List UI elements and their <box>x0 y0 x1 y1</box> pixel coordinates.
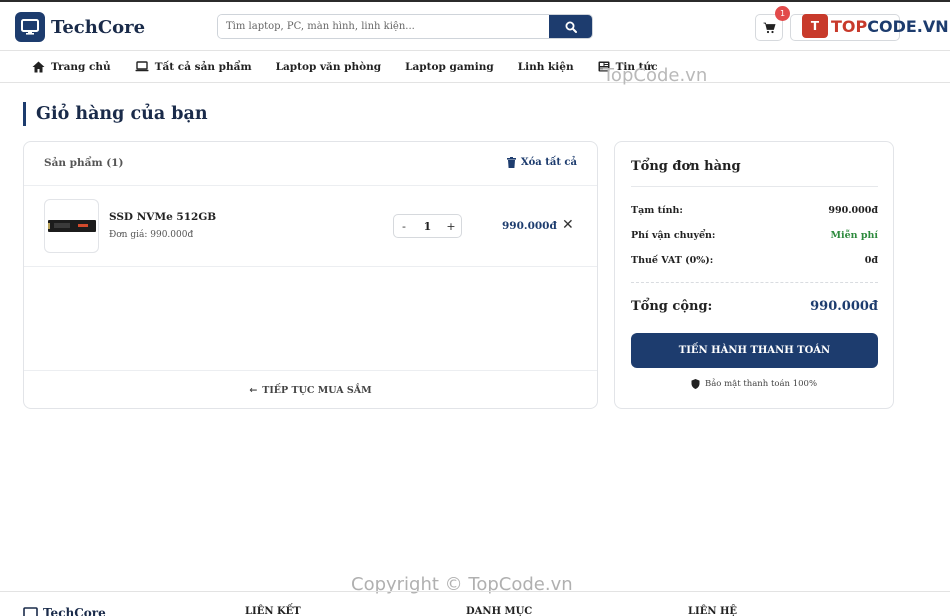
continue-shopping-button[interactable]: ← TIẾP TỤC MUA SẮM <box>24 370 597 410</box>
order-summary-panel: Tổng đơn hàng Tạm tính: 990.000đ Phí vận… <box>614 141 894 409</box>
total-value: 990.000đ <box>810 299 878 314</box>
footer-divider <box>0 591 950 592</box>
nav-item-gaming-laptop[interactable]: Laptop gaming <box>405 61 494 73</box>
total-row: Tổng cộng: 990.000đ <box>631 299 878 314</box>
cart-icon <box>763 22 776 33</box>
search-button[interactable] <box>549 15 592 38</box>
footer-heading-categories: DANH MỤC <box>466 606 533 616</box>
search-bar <box>217 14 593 39</box>
cart-item: SSD NVMe 512GB Đơn giá: 990.000đ - 1 + 9… <box>24 186 597 267</box>
clear-all-button[interactable]: Xóa tất cả <box>506 157 577 168</box>
main-nav: Trang chủ Tất cả sản phẩm Laptop văn phò… <box>0 50 950 83</box>
checkout-button[interactable]: TIẾN HÀNH THANH TOÁN <box>631 333 878 368</box>
nav-item-label: Laptop gaming <box>405 60 494 73</box>
vat-label: Thuế VAT (0%): <box>631 255 714 266</box>
cart-panel: Sản phẩm (1) Xóa tất cả SSD NVMe 512GB Đ… <box>23 141 598 409</box>
shipping-label: Phí vận chuyển: <box>631 230 716 241</box>
nav-item-components[interactable]: Linh kiện <box>518 61 574 73</box>
footer-heading-contact: LIÊN HỆ <box>688 606 738 616</box>
monitor-icon <box>23 606 38 616</box>
quantity-value[interactable]: 1 <box>414 220 441 233</box>
secure-payment-label: Bảo mật thanh toán 100% <box>704 379 818 389</box>
increase-qty-button[interactable]: + <box>441 220 461 233</box>
summary-title: Tổng đơn hàng <box>631 159 741 174</box>
quantity-stepper: - 1 + <box>393 214 462 238</box>
subtotal-value: 990.000đ <box>828 205 878 216</box>
decrease-qty-button[interactable]: - <box>394 220 414 233</box>
footer-heading-links: LIÊN KẾT <box>245 606 301 616</box>
laptop-icon <box>135 61 149 72</box>
nav-item-label: Linh kiện <box>517 60 574 73</box>
cart-count-badge: 1 <box>775 6 790 21</box>
shipping-row: Phí vận chuyển: Miễn phí <box>631 230 878 241</box>
footer-brand-name: TechCore <box>43 606 106 616</box>
clear-all-label: Xóa tất cả <box>520 157 577 168</box>
nav-item-label: Tất cả sản phẩm <box>154 60 252 73</box>
monitor-icon <box>15 12 45 42</box>
nav-item-office-laptop[interactable]: Laptop văn phòng <box>276 61 382 73</box>
trash-icon <box>506 157 516 168</box>
nav-item-home[interactable]: Trang chủ <box>32 61 111 73</box>
secure-payment-note: Bảo mật thanh toán 100% <box>615 379 893 389</box>
ssd-product-image <box>47 220 96 232</box>
watermark-logo: T TOPCODE.VN <box>802 14 949 38</box>
remove-item-button[interactable]: ✕ <box>562 217 574 233</box>
shipping-value: Miễn phí <box>830 230 878 241</box>
product-unit-price: Đơn giá: 990.000đ <box>109 230 194 240</box>
nav-item-label: Trang chủ <box>51 60 111 73</box>
watermark-logo-rest: CODE.VN <box>867 16 949 36</box>
dashed-divider <box>631 282 878 283</box>
nav-item-all-products[interactable]: Tất cả sản phẩm <box>135 61 252 73</box>
cart-header: Sản phẩm (1) Xóa tất cả <box>24 142 597 186</box>
search-icon <box>565 21 577 33</box>
product-thumbnail[interactable] <box>44 199 99 253</box>
search-input[interactable] <box>218 15 549 38</box>
nav-item-label: Laptop văn phòng <box>275 60 382 73</box>
home-icon <box>32 61 45 72</box>
product-name[interactable]: SSD NVMe 512GB <box>109 211 216 223</box>
vat-value: 0đ <box>864 255 878 266</box>
watermark-logo-text: TOPCODE.VN <box>831 17 949 36</box>
item-total-price: 990.000đ <box>502 220 557 232</box>
divider <box>631 186 878 187</box>
watermark-logo-top: TOP <box>831 16 868 36</box>
watermark-text: TopCode.vn <box>603 65 708 86</box>
shield-icon <box>691 379 700 389</box>
subtotal-label: Tạm tính: <box>631 205 683 216</box>
header: TechCore 1 T TOPCODE.VN <box>0 2 950 50</box>
subtotal-row: Tạm tính: 990.000đ <box>631 205 878 216</box>
continue-shopping-label: TIẾP TỤC MUA SẮM <box>262 385 372 396</box>
vat-row: Thuế VAT (0%): 0đ <box>631 255 878 266</box>
arrow-left-icon: ← <box>249 385 258 396</box>
brand-logo[interactable]: TechCore <box>15 12 145 42</box>
brand-name: TechCore <box>51 16 146 38</box>
cart-count-label: Sản phẩm (1) <box>44 157 124 169</box>
total-label: Tổng cộng: <box>631 299 713 314</box>
watermark-logo-icon: T <box>802 14 828 38</box>
footer-brand[interactable]: TechCore <box>23 606 106 616</box>
page-title: Giỏ hàng của bạn <box>23 102 208 126</box>
